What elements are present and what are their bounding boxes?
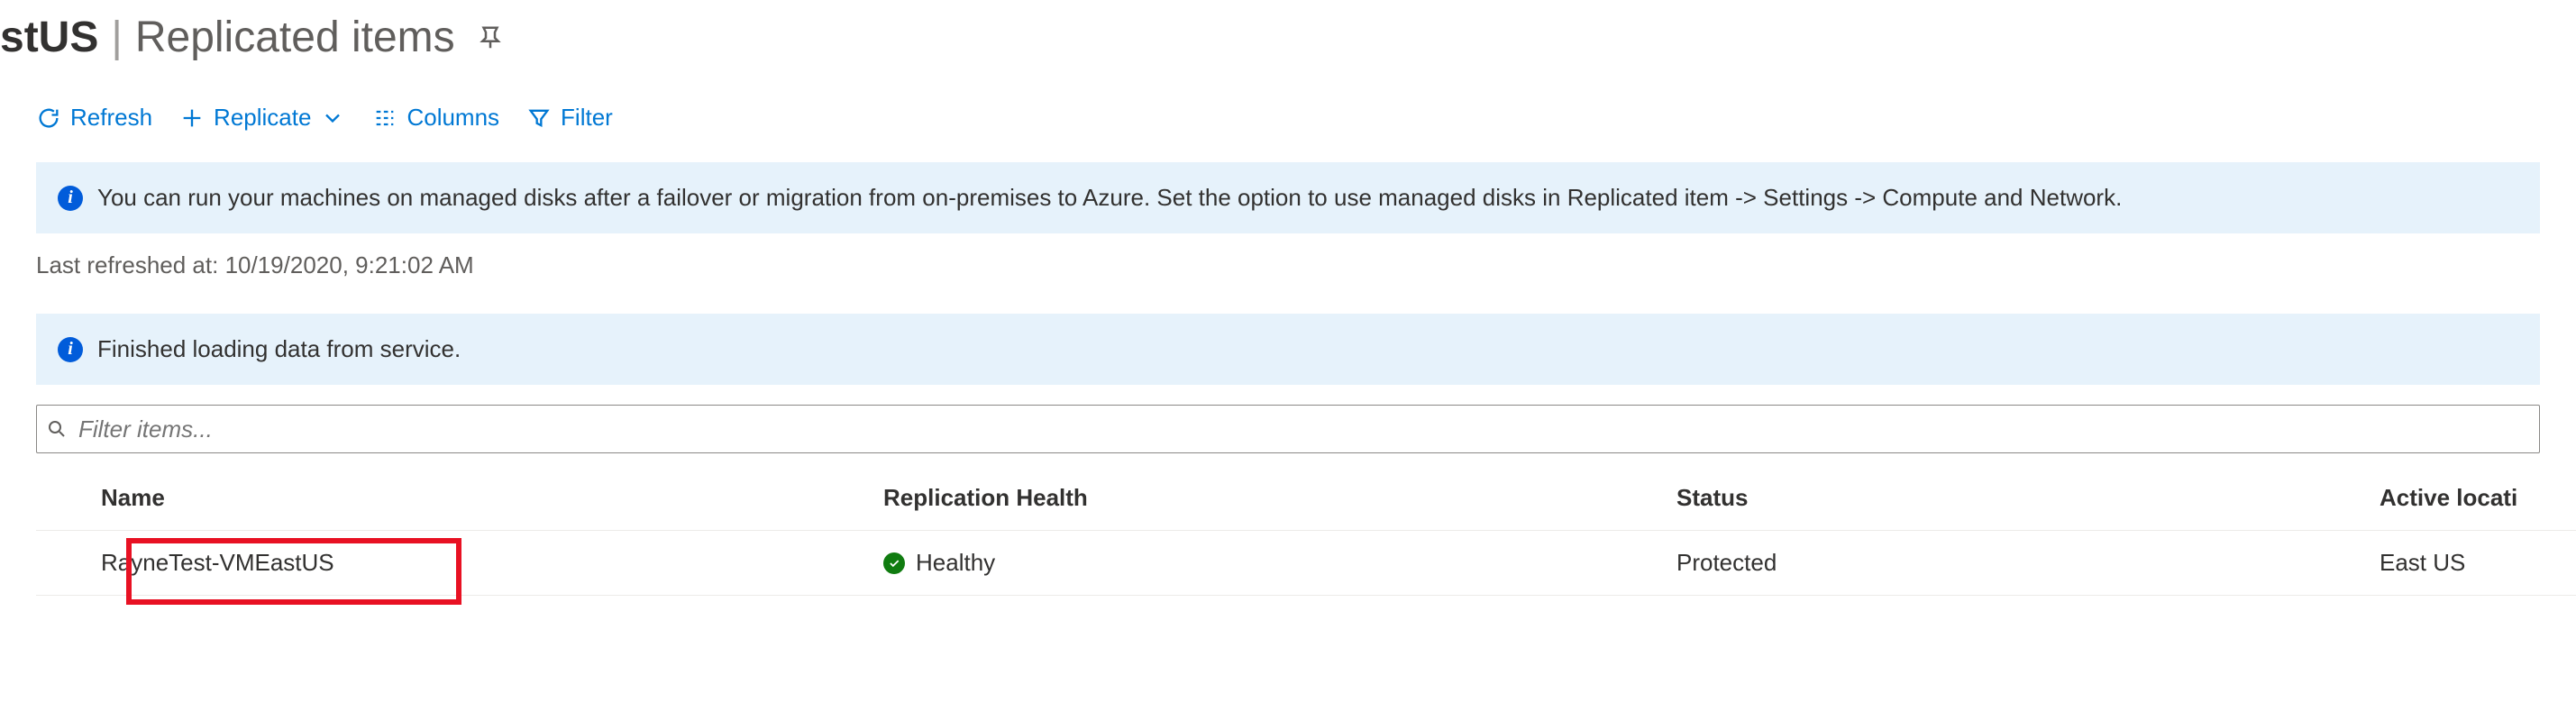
- columns-label: Columns: [406, 104, 499, 132]
- item-location: East US: [2380, 549, 2576, 577]
- filter-items-box[interactable]: [36, 405, 2540, 453]
- filter-items-input[interactable]: [77, 415, 2530, 444]
- last-refreshed-value: 10/19/2020, 9:21:02 AM: [225, 251, 474, 278]
- plus-icon: [179, 105, 205, 131]
- header-location[interactable]: Active locati: [2380, 484, 2576, 512]
- item-status: Protected: [1676, 549, 2380, 577]
- managed-disks-info: i You can run your machines on managed d…: [36, 162, 2540, 233]
- table-header-row: Name Replication Health Status Active lo…: [36, 462, 2576, 531]
- table-row[interactable]: RayneTest-VMEastUS Healthy Protected Eas…: [36, 531, 2576, 596]
- managed-disks-info-text: You can run your machines on managed dis…: [97, 184, 2122, 212]
- columns-button[interactable]: Columns: [372, 104, 499, 132]
- replicate-button[interactable]: Replicate: [179, 104, 345, 132]
- refresh-icon: [36, 105, 61, 131]
- load-status-info: i Finished loading data from service.: [36, 314, 2540, 385]
- last-refreshed: Last refreshed at: 10/19/2020, 9:21:02 A…: [0, 233, 2576, 305]
- refresh-button[interactable]: Refresh: [36, 104, 152, 132]
- command-bar: Refresh Replicate Columns Filter: [0, 71, 2576, 153]
- header-status[interactable]: Status: [1676, 484, 2380, 512]
- header-name[interactable]: Name: [36, 484, 883, 512]
- last-refreshed-label: Last refreshed at:: [36, 251, 218, 278]
- filter-icon: [526, 105, 552, 131]
- columns-icon: [372, 105, 397, 131]
- load-status-text: Finished loading data from service.: [97, 335, 461, 363]
- item-health: Healthy: [916, 549, 995, 577]
- refresh-label: Refresh: [70, 104, 152, 132]
- health-ok-icon: [883, 552, 905, 574]
- page-title: Replicated items: [135, 13, 455, 62]
- item-name-link[interactable]: RayneTest-VMEastUS: [101, 549, 334, 576]
- info-icon: i: [58, 337, 83, 362]
- search-icon: [46, 418, 68, 440]
- pin-icon[interactable]: [477, 24, 504, 51]
- replicate-label: Replicate: [214, 104, 311, 132]
- title-divider: |: [111, 13, 122, 62]
- filter-label: Filter: [561, 104, 613, 132]
- filter-button[interactable]: Filter: [526, 104, 613, 132]
- info-icon: i: [58, 186, 83, 211]
- header-health[interactable]: Replication Health: [883, 484, 1676, 512]
- resource-name-suffix: stUS: [0, 13, 98, 62]
- replicated-items-table: Name Replication Health Status Active lo…: [36, 462, 2576, 596]
- chevron-down-icon: [320, 105, 345, 131]
- page-header: stUS | Replicated items: [0, 0, 2576, 71]
